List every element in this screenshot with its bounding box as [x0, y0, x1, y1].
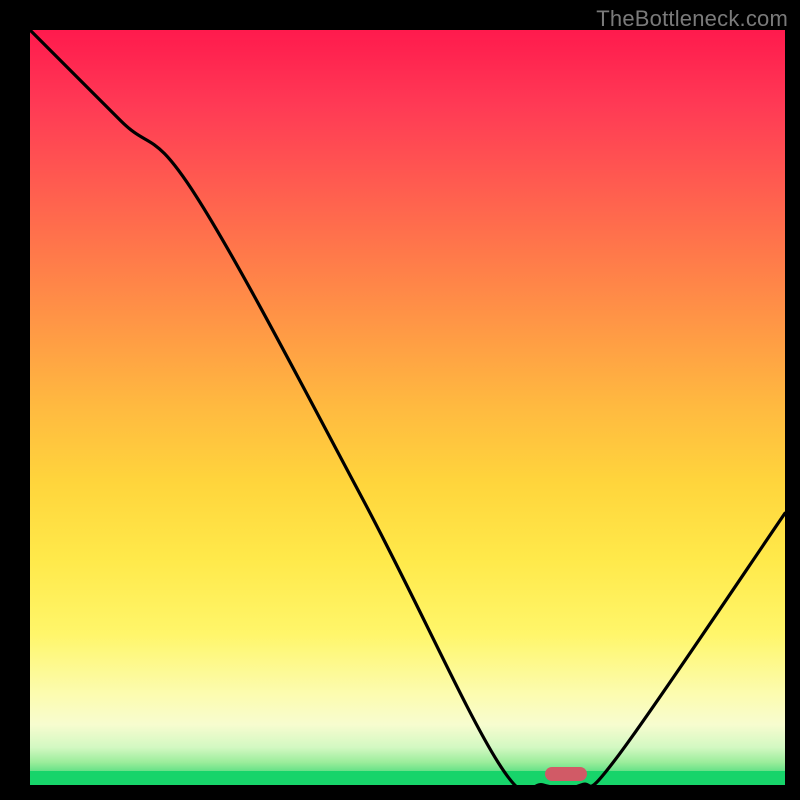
bottleneck-curve [30, 30, 785, 785]
watermark-text: TheBottleneck.com [596, 6, 788, 32]
chart-frame: TheBottleneck.com [0, 0, 800, 800]
optimal-marker [545, 767, 587, 781]
plot-area [30, 30, 785, 785]
